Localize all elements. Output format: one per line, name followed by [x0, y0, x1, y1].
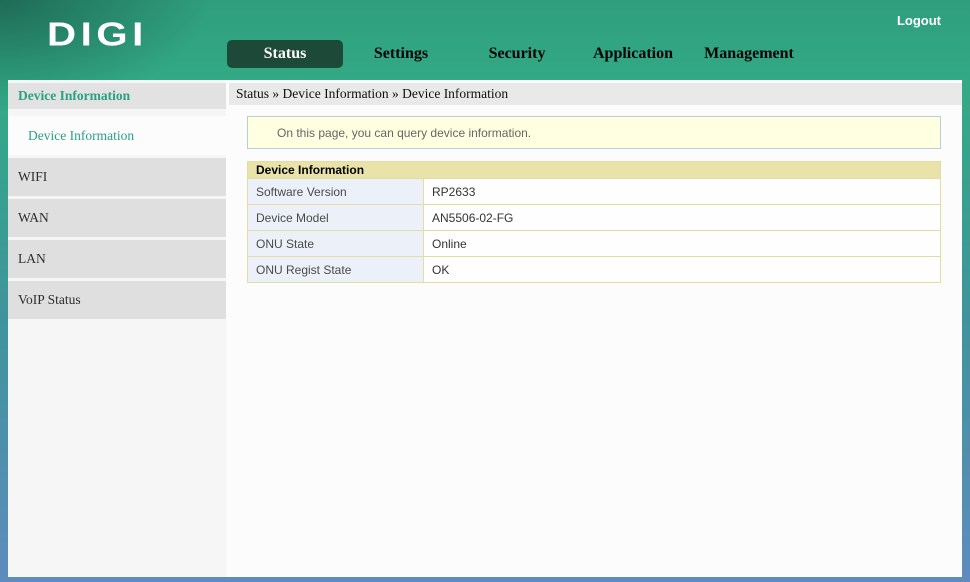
breadcrumb: Status » Device Information » Device Inf… [229, 83, 962, 105]
row-label: Software Version [247, 178, 424, 205]
info-message-text: On this page, you can query device infor… [277, 125, 532, 140]
router-admin-page: DIGI Logout Status Settings Security App… [0, 0, 970, 582]
sidebar-item-lan[interactable]: LAN [8, 240, 226, 278]
info-box: On this page, you can query device infor… [247, 116, 941, 149]
row-value: RP2633 [423, 178, 941, 205]
content-card: Device Information Device Information WI… [8, 80, 962, 577]
row-value: Online [423, 230, 941, 257]
digi-logo: DIGI [47, 15, 148, 53]
row-label: Device Model [247, 204, 424, 231]
row-value: AN5506-02-FG [423, 204, 941, 231]
tab-management[interactable]: Management [691, 40, 807, 68]
tab-security[interactable]: Security [459, 40, 575, 68]
device-information-table: Device Information Software Version RP26… [247, 161, 941, 283]
row-label: ONU State [247, 230, 424, 257]
row-value: OK [423, 256, 941, 283]
sidebar-item-wifi[interactable]: WIFI [8, 158, 226, 196]
sidebar-section-device-information[interactable]: Device Information [8, 83, 226, 109]
tab-status[interactable]: Status [227, 40, 343, 68]
table-row: ONU State Online [247, 230, 941, 257]
table-row: Device Model AN5506-02-FG [247, 204, 941, 231]
logout-link[interactable]: Logout [897, 13, 941, 28]
table-row: Software Version RP2633 [247, 178, 941, 205]
tab-settings[interactable]: Settings [343, 40, 459, 68]
sidebar-item-device-information[interactable]: Device Information [8, 116, 226, 155]
tab-application[interactable]: Application [575, 40, 691, 68]
table-title: Device Information [247, 161, 941, 179]
table-row: ONU Regist State OK [247, 256, 941, 283]
table-title-row: Device Information [247, 161, 941, 179]
sidebar-item-wan[interactable]: WAN [8, 199, 226, 237]
header: DIGI Logout Status Settings Security App… [0, 0, 970, 80]
sidebar: Device Information Device Information WI… [8, 80, 226, 577]
row-label: ONU Regist State [247, 256, 424, 283]
sidebar-item-voip-status[interactable]: VoIP Status [8, 281, 226, 319]
main-content: Status » Device Information » Device Inf… [226, 80, 962, 577]
main-nav: Status Settings Security Application Man… [227, 40, 807, 68]
